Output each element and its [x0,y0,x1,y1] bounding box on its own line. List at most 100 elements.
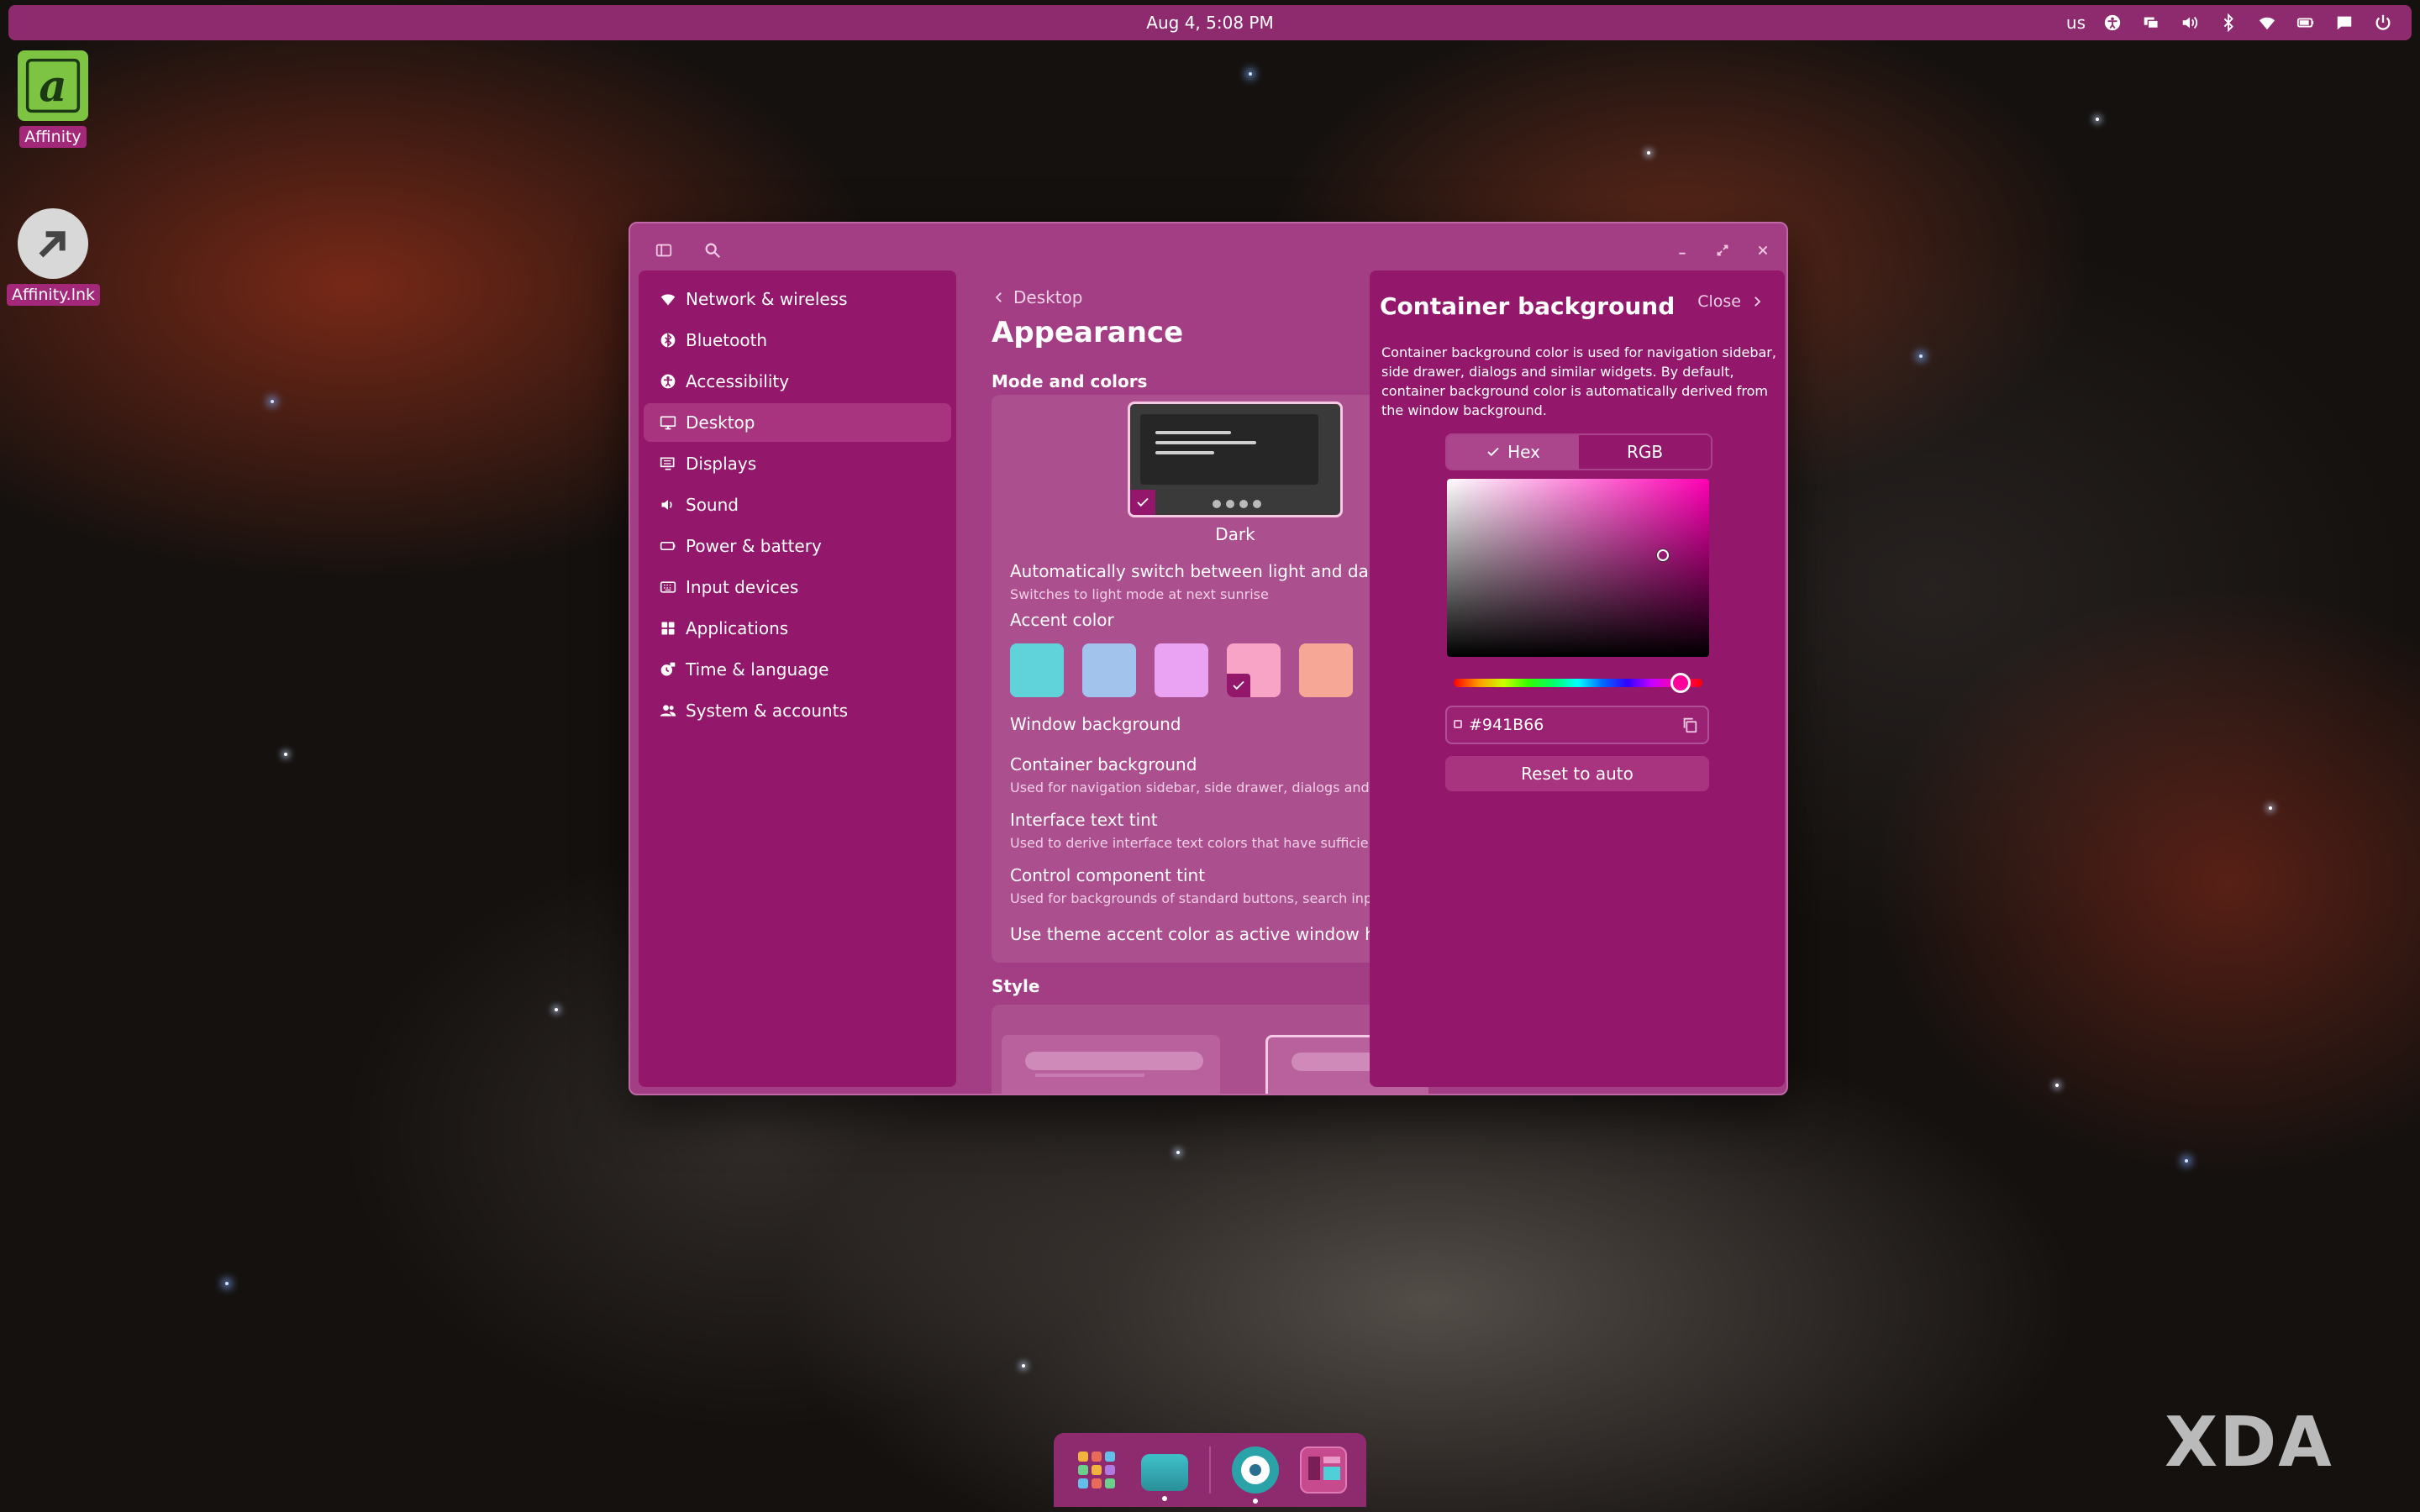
sidebar-item-system-accounts[interactable]: System & accounts [644,691,951,730]
section-title-style: Style [992,976,1040,996]
shortcut-arrow-icon [18,208,88,279]
hex-input-value: #941B66 [1469,716,1544,734]
sidebar-item-power[interactable]: Power & battery [644,527,951,565]
sidebar-item-label: Power & battery [686,536,822,556]
accent-swatch-purple[interactable] [1155,643,1208,697]
control-tint-title[interactable]: Control component tint [1010,865,1205,885]
dark-mode-thumbnail[interactable] [1128,402,1343,517]
notifications-icon[interactable] [2333,11,2356,34]
desktop-icon-affinity[interactable]: a Affinity [7,50,99,148]
color-format-tabs: Hex RGB [1445,433,1712,470]
bluetooth-icon[interactable] [2217,11,2240,34]
check-icon [1130,490,1155,515]
accessibility-icon[interactable] [2101,11,2124,34]
style-card [992,1005,1428,1094]
power-icon[interactable] [2371,11,2395,34]
interface-text-tint-title[interactable]: Interface text tint [1010,810,1158,830]
battery-icon[interactable] [2294,11,2317,34]
accent-swatch-cyan[interactable] [1010,643,1064,697]
search-icon[interactable] [694,234,731,267]
drawer-title: Container background [1380,292,1676,320]
sidebar-item-label: Bluetooth [686,330,768,350]
drawer-description: Container background color is used for n… [1381,344,1776,418]
star [2269,806,2272,810]
running-indicator [1253,1499,1259,1504]
sidebar-item-accessibility[interactable]: Accessibility [644,362,951,401]
active-hint-title[interactable]: Use theme accent color as active window … [1010,924,1397,944]
sidebar-toggle-icon[interactable] [645,234,682,267]
store-icon[interactable] [1232,1446,1280,1504]
star [1647,151,1650,155]
auto-switch-title[interactable]: Automatically switch between light and d… [1010,561,1418,581]
apps-grid-icon [659,619,677,638]
sidebar-item-label: Network & wireless [686,289,848,309]
maximize-icon[interactable] [1704,234,1741,267]
desktop-icon-affinity-lnk[interactable]: Affinity.lnk [7,208,101,306]
star [1249,72,1252,76]
system-tray: us [2066,5,2395,40]
breadcrumb[interactable]: Desktop [992,287,1082,307]
container-background-drawer: Container background Close Container bac… [1370,270,1785,1087]
color-picker-handle[interactable] [1657,549,1669,561]
drawer-close-label: Close [1697,292,1741,311]
close-icon[interactable] [1744,234,1781,267]
bluetooth-icon [659,331,677,349]
panel-clock[interactable]: Aug 4, 5:08 PM [8,5,2412,40]
settings-window: Network & wireless Bluetooth Accessibili… [629,222,1788,1095]
star [1022,1364,1025,1368]
keyboard-layout-indicator[interactable]: us [2066,13,2086,33]
sidebar-item-applications[interactable]: Applications [644,609,951,648]
star [271,400,274,403]
window-background-title[interactable]: Window background [1010,714,1181,734]
keyboard-icon [659,578,677,596]
sidebar-item-time-language[interactable]: Time & language [644,650,951,689]
style-option-thumbnail[interactable] [1002,1035,1220,1094]
color-picker-area[interactable] [1447,479,1709,657]
sidebar-item-network[interactable]: Network & wireless [644,280,951,318]
tab-hex[interactable]: Hex [1447,435,1579,469]
breadcrumb-label: Desktop [1013,287,1083,307]
volume-icon[interactable] [2178,11,2202,34]
accent-swatch-pink[interactable] [1227,643,1281,697]
app-library-icon[interactable] [1073,1446,1120,1494]
settings-icon[interactable] [1300,1446,1348,1494]
sidebar-item-displays[interactable]: Displays [644,444,951,483]
hue-slider[interactable] [1454,673,1702,693]
accent-swatch-blue[interactable] [1082,643,1136,697]
container-background-title[interactable]: Container background [1010,754,1197,774]
drawer-close-button[interactable]: Close [1697,292,1765,311]
star [1176,1151,1180,1154]
time-language-icon [659,660,677,679]
sidebar-item-label: Input devices [686,577,799,597]
mode-colors-card: Dark Automatically switch between light … [992,395,1428,963]
star [2055,1084,2059,1087]
workspaces-icon[interactable] [2139,11,2163,34]
sidebar-item-input[interactable]: Input devices [644,568,951,606]
desktop-icon-label: Affinity [19,126,87,148]
minimize-icon[interactable] [1664,234,1701,267]
hue-slider-handle[interactable] [1670,673,1691,693]
dock-separator [1208,1446,1211,1494]
star [1919,354,1923,358]
accent-swatch-peach[interactable] [1299,643,1353,697]
star [2185,1159,2188,1163]
files-icon[interactable] [1140,1454,1188,1501]
star [555,1008,558,1011]
wifi-icon[interactable] [2255,11,2279,34]
star [225,1282,229,1285]
sidebar-item-sound[interactable]: Sound [644,486,951,524]
hex-input[interactable]: #941B66 [1445,706,1709,744]
sidebar-item-bluetooth[interactable]: Bluetooth [644,321,951,360]
running-indicator [1161,1496,1167,1501]
interface-text-tint-subtitle: Used to derive interface text colors tha… [1010,835,1394,851]
auto-switch-subtitle: Switches to light mode at next sunrise [1010,586,1269,602]
copy-icon[interactable] [1681,716,1699,734]
tab-rgb[interactable]: RGB [1579,435,1711,469]
dock [1054,1433,1366,1507]
chevron-left-icon [995,292,1002,302]
reset-to-auto-button[interactable]: Reset to auto [1445,756,1709,791]
sidebar-item-label: Sound [686,495,739,515]
sidebar-item-desktop[interactable]: Desktop [644,403,951,442]
battery-icon [659,537,677,555]
color-preview-swatch [1454,720,1462,728]
